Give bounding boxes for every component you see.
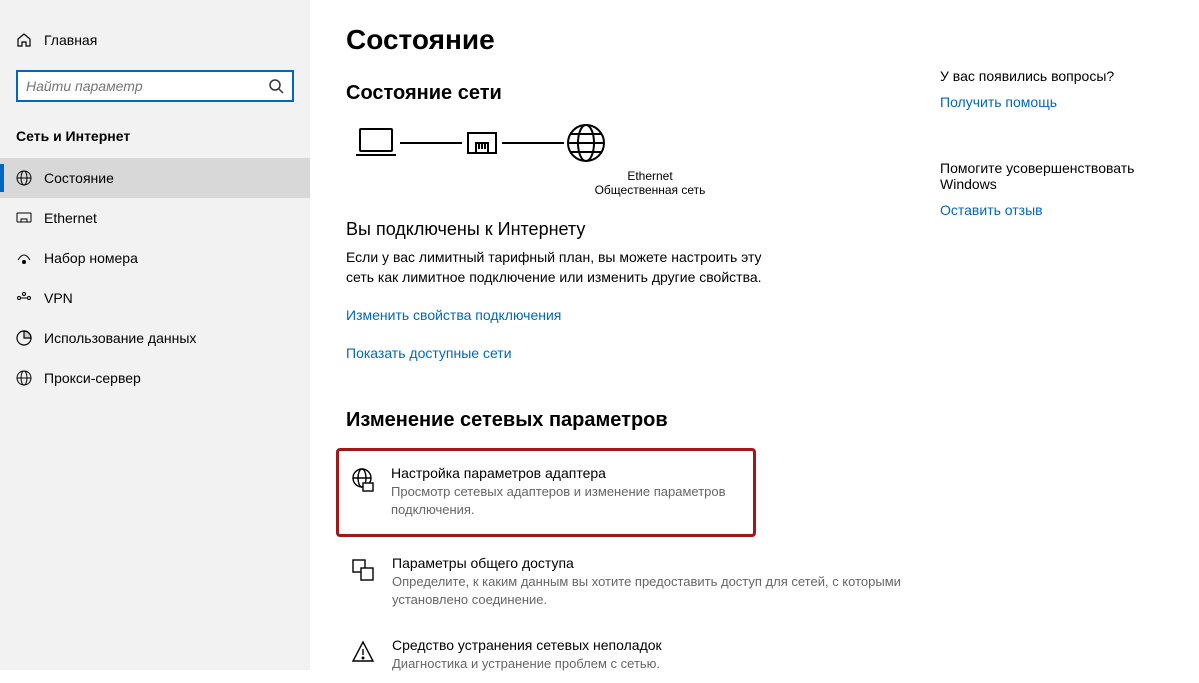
feedback-question: Помогите усовершенствовать Windows — [940, 160, 1176, 192]
right-column: У вас появились вопросы? Получить помощь… — [906, 24, 1176, 670]
nav-label: Состояние — [44, 170, 114, 186]
connected-desc: Если у вас лимитный тарифный план, вы мо… — [346, 248, 766, 287]
diagram-labels: Ethernet Общественная сеть — [394, 169, 906, 197]
home-label: Главная — [44, 32, 97, 48]
globe-large-icon — [564, 121, 608, 165]
help-question: У вас появились вопросы? — [940, 68, 1176, 84]
change-params-heading: Изменение сетевых параметров — [346, 409, 906, 432]
nav-label: Набор номера — [44, 250, 138, 266]
nav-data-usage[interactable]: Использование данных — [0, 318, 310, 358]
network-diagram — [346, 121, 906, 165]
nav-status[interactable]: Состояние — [0, 158, 310, 198]
option-title: Параметры общего доступа — [392, 555, 902, 571]
option-title: Настройка параметров адаптера — [391, 465, 743, 481]
content-column: Состояние Состояние сети Ether — [346, 24, 906, 670]
link-change-properties[interactable]: Изменить свойства подключения — [346, 307, 561, 323]
option-troubleshoot[interactable]: Средство устранения сетевых неполадок Ди… — [346, 631, 906, 683]
option-desc: Диагностика и устранение проблем с сетью… — [392, 655, 902, 673]
warning-icon — [350, 637, 378, 665]
sharing-icon — [350, 555, 378, 583]
home-nav[interactable]: Главная — [0, 24, 310, 56]
feedback-link[interactable]: Оставить отзыв — [940, 202, 1176, 218]
ethernet-label: Ethernet — [394, 169, 906, 183]
nav-label: Прокси-сервер — [44, 370, 141, 386]
nav-dialup[interactable]: Набор номера — [0, 238, 310, 278]
option-title: Средство устранения сетевых неполадок — [392, 637, 902, 653]
laptop-icon — [352, 123, 400, 163]
sidebar: Главная Сеть и Интернет Состояние Ethern… — [0, 0, 310, 670]
option-adapter-settings[interactable]: Настройка параметров адаптера Просмотр с… — [336, 448, 756, 536]
category-header: Сеть и Интернет — [0, 120, 310, 158]
main-area: Состояние Состояние сети Ether — [310, 0, 1199, 670]
diagram-router — [462, 123, 502, 163]
data-usage-icon — [16, 330, 44, 346]
vpn-icon — [16, 290, 44, 306]
nav-ethernet[interactable]: Ethernet — [0, 198, 310, 238]
ethernet-icon — [16, 210, 44, 226]
network-state-heading: Состояние сети — [346, 82, 906, 105]
globe-icon — [16, 170, 44, 186]
search-input[interactable] — [26, 78, 268, 94]
nav-label: Использование данных — [44, 330, 196, 346]
link-show-networks[interactable]: Показать доступные сети — [346, 345, 512, 361]
search-box[interactable] — [16, 70, 294, 102]
adapter-icon — [349, 465, 377, 493]
nav-label: Ethernet — [44, 210, 97, 226]
diagram-connector — [400, 142, 462, 144]
search-container — [0, 56, 310, 120]
nav-proxy[interactable]: Прокси-сервер — [0, 358, 310, 398]
nav-label: VPN — [44, 290, 73, 306]
diagram-connector — [502, 142, 564, 144]
connected-heading: Вы подключены к Интернету — [346, 219, 906, 240]
network-type-label: Общественная сеть — [394, 183, 906, 197]
nav-vpn[interactable]: VPN — [0, 278, 310, 318]
search-icon — [268, 78, 284, 94]
page-title: Состояние — [346, 24, 906, 56]
get-help-link[interactable]: Получить помощь — [940, 94, 1176, 110]
dialup-icon — [16, 250, 44, 266]
option-desc: Просмотр сетевых адаптеров и изменение п… — [391, 483, 743, 519]
proxy-icon — [16, 370, 44, 386]
option-desc: Определите, к каким данным вы хотите пре… — [392, 573, 902, 609]
option-sharing[interactable]: Параметры общего доступа Определите, к к… — [346, 549, 906, 619]
home-icon — [16, 32, 44, 48]
